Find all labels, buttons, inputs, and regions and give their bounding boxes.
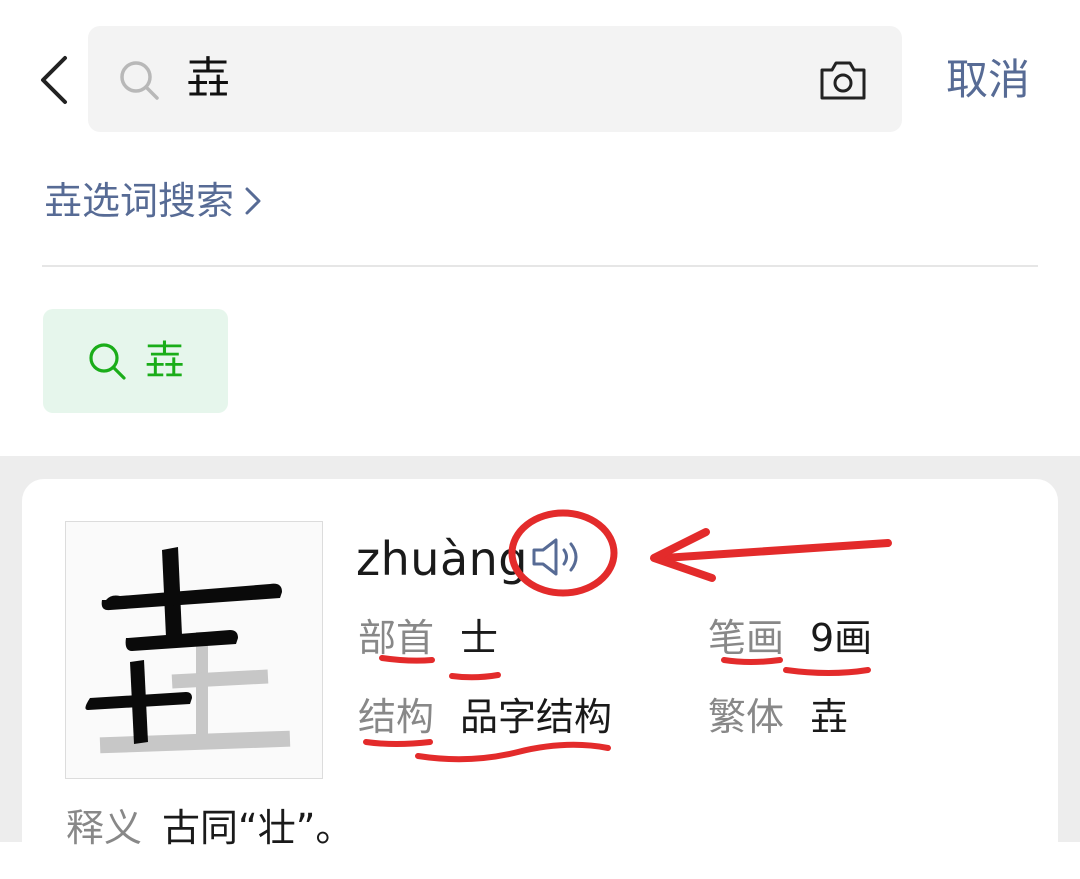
top-bar: 壵 取消 (0, 0, 1080, 160)
divider (42, 265, 1038, 267)
meaning-text: 古同“壮”。 (162, 806, 354, 850)
search-input[interactable]: 壵 (186, 50, 230, 108)
radical-value: 士 (460, 616, 499, 660)
meaning-row: 释义 古同“壮”。 (66, 802, 353, 854)
strokes-label: 笔画 (708, 616, 785, 660)
character-glyph-image (85, 547, 291, 754)
word-select-search-label: 壵选词搜索 (44, 179, 235, 223)
strokes-value: 9画 (810, 616, 873, 660)
search-icon (88, 343, 126, 380)
back-arrow-icon (41, 56, 67, 104)
traditional-value: 壵 (810, 695, 849, 739)
structure-label: 结构 (358, 695, 435, 739)
chevron-right-icon (245, 187, 261, 215)
search-chip[interactable]: 壵 (43, 309, 228, 413)
meaning-label: 释义 (66, 806, 143, 850)
search-chip-label: 壵 (144, 338, 185, 384)
cancel-button[interactable]: 取消 (946, 52, 1030, 108)
stroke-order-glyph (65, 521, 323, 779)
back-button[interactable] (26, 48, 82, 112)
speaker-icon[interactable] (528, 535, 584, 579)
pinyin: zhuàng (356, 532, 528, 586)
camera-icon[interactable] (818, 58, 868, 102)
traditional-label: 繁体 (708, 695, 785, 739)
structure-value: 品字结构 (460, 695, 613, 739)
word-select-search-link[interactable]: 壵选词搜索 (44, 176, 262, 226)
search-box[interactable]: 壵 (88, 26, 902, 132)
radical-label: 部首 (358, 616, 435, 660)
search-icon (120, 61, 159, 100)
